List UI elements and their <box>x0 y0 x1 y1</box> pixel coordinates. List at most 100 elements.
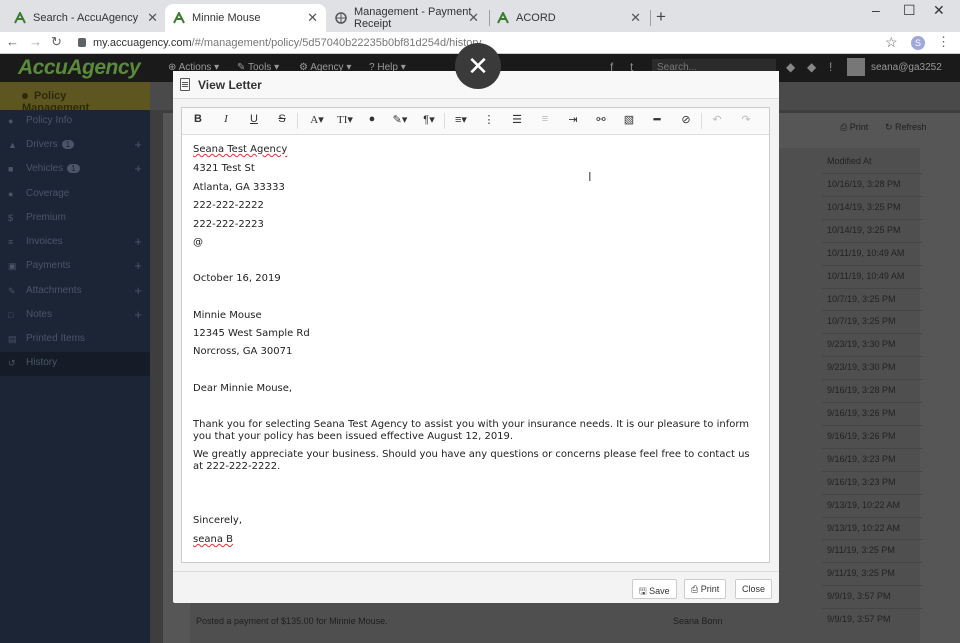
paragraph-icon[interactable]: ¶▾ <box>418 113 440 129</box>
text-color-icon[interactable]: ● <box>363 113 381 129</box>
close-modal-icon[interactable]: ✕ <box>455 43 501 89</box>
agency-email: @ <box>193 237 203 248</box>
indent-icon[interactable]: ⇥ <box>564 113 582 129</box>
close-tab-icon[interactable]: ✕ <box>468 10 479 26</box>
globe-icon <box>335 12 347 24</box>
sidebar-header[interactable]: Policy Management <box>0 82 150 114</box>
close-tab-icon[interactable]: ✕ <box>630 10 641 26</box>
agency-phone-2: 222-222-2223 <box>193 219 264 230</box>
tab-title: ACORD <box>516 12 556 24</box>
sidebar-item-printed-items[interactable]: ▤ Printed Items <box>0 328 150 352</box>
bold-icon[interactable]: B <box>189 113 207 129</box>
maximize-icon[interactable]: ☐ <box>903 2 916 19</box>
sidebar-item-premium[interactable]: $ Premium <box>0 207 150 231</box>
sidebar-item-vehicles[interactable]: ■ Vehicles 1 + <box>0 158 150 182</box>
add-note-icon[interactable]: + <box>134 307 142 322</box>
sidebar-item-invoices[interactable]: ≡ Invoices + <box>0 231 150 255</box>
count-badge: 1 <box>67 164 80 173</box>
minimize-icon[interactable]: – <box>872 2 880 18</box>
modified-date-cell: 10/7/19, 3:25 PM <box>822 287 922 310</box>
undo-icon[interactable]: ↶ <box>708 113 726 129</box>
unordered-list-icon[interactable]: ☰ <box>508 113 526 129</box>
redo-icon[interactable]: ↷ <box>737 113 755 129</box>
accuagency-favicon-icon <box>173 10 185 24</box>
forward-arrow-icon[interactable]: → <box>29 34 42 49</box>
highlight-icon[interactable]: ✎▾ <box>389 113 411 129</box>
back-arrow-icon[interactable]: ← <box>6 34 19 49</box>
horizontal-rule-icon[interactable]: ━ <box>648 113 666 129</box>
reload-icon[interactable]: ↻ <box>51 34 62 50</box>
add-attachment-icon[interactable]: + <box>134 283 142 298</box>
tab-divider <box>650 10 651 26</box>
outdent-icon[interactable]: ≡ <box>536 113 554 129</box>
browser-tab-acord[interactable]: ACORD ✕ <box>489 4 649 32</box>
print-history-button[interactable]: ⎙ Print <box>840 122 868 133</box>
modified-date-cell: 9/13/19, 10:22 AM <box>822 516 922 539</box>
font-family-icon[interactable]: A▾ <box>306 113 328 129</box>
italic-icon[interactable]: I <box>217 113 235 129</box>
add-payment-icon[interactable]: + <box>134 258 142 273</box>
count-badge: 1 <box>61 140 75 149</box>
chat-icon[interactable]: ◆ <box>807 60 816 74</box>
print-button[interactable]: ⎙ Print <box>684 579 727 599</box>
user-avatar[interactable] <box>847 58 865 76</box>
close-tab-icon[interactable]: ✕ <box>307 10 318 26</box>
add-vehicle-icon[interactable]: + <box>134 161 142 176</box>
url-host: my.accuagency.com <box>93 37 192 49</box>
letter-editor[interactable]: B I U S A▾ TI▾ ● ✎▾ ¶▾ ≡▾ ⋮ ☰ ≡ ⇥ ⚯ ▧ ━ … <box>181 107 770 563</box>
sidebar-item-coverage[interactable]: ● Coverage <box>0 183 150 207</box>
toolbar-divider <box>444 113 445 129</box>
modified-date-cell: 9/9/19, 3:57 PM <box>822 608 922 630</box>
sidebar-item-attachments[interactable]: ✎ Attachments + <box>0 280 150 304</box>
sidebar-item-history[interactable]: ↺ History <box>0 352 150 376</box>
close-window-icon[interactable]: ✕ <box>933 2 945 19</box>
profile-avatar[interactable]: S <box>911 36 925 50</box>
letter-date: October 16, 2019 <box>193 273 281 284</box>
history-icon: ↺ <box>8 358 16 368</box>
info-icon: ● <box>8 116 14 126</box>
agency-name-text: Seana Test Agency <box>193 144 288 155</box>
image-icon[interactable]: ▧ <box>620 113 638 129</box>
ordered-list-icon[interactable]: ⋮ <box>480 113 498 129</box>
add-driver-icon[interactable]: + <box>134 137 142 152</box>
close-tab-icon[interactable]: ✕ <box>147 10 158 26</box>
close-button[interactable]: Close <box>735 579 773 599</box>
print-label: Print <box>849 122 869 132</box>
modified-at-header: Modified At <box>827 156 872 166</box>
underline-icon[interactable]: U <box>245 113 263 129</box>
signature-text: seana B <box>193 534 233 545</box>
link-icon[interactable]: ⚯ <box>592 113 610 129</box>
sidebar-item-drivers[interactable]: ▲ Drivers 1 + <box>0 134 150 158</box>
modified-date-cell: 9/16/19, 3:26 PM <box>822 424 922 447</box>
add-invoice-icon[interactable]: + <box>134 234 142 249</box>
print-label: Print <box>700 584 720 594</box>
font-size-icon[interactable]: TI▾ <box>334 113 356 129</box>
browser-tab-minnie[interactable]: Minnie Mouse ✕ <box>165 4 326 32</box>
user-email[interactable]: seana@ga3252 <box>871 62 942 73</box>
alert-icon[interactable]: ! <box>829 60 832 74</box>
new-tab-button[interactable]: + <box>656 7 666 27</box>
history-row-user: Seana Bonn <box>673 616 723 626</box>
sidebar-item-label: Vehicles <box>26 163 64 174</box>
align-icon[interactable]: ≡▾ <box>450 113 472 129</box>
lock-icon <box>78 38 86 47</box>
url-field[interactable]: my.accuagency.com/#/management/policy/5d… <box>93 37 482 49</box>
save-button[interactable]: 🖫 Save <box>632 579 677 599</box>
strikethrough-icon[interactable]: S <box>273 113 291 129</box>
bell-icon[interactable]: ◆ <box>786 60 795 74</box>
browser-menu-icon[interactable]: ⋮ <box>937 34 950 50</box>
sidebar-item-notes[interactable]: □ Notes + <box>0 304 150 328</box>
sidebar-item-label: Payments <box>26 260 71 271</box>
paragraph-2: We greatly appreciate your business. Sho… <box>193 449 750 472</box>
unlink-icon[interactable]: ⊘ <box>677 113 695 129</box>
sidebar-item-payments[interactable]: ▣ Payments + <box>0 255 150 279</box>
car-icon: ■ <box>8 164 14 174</box>
sidebar-item-policy-info[interactable]: ● Policy Info <box>0 110 150 134</box>
agency-phone-1: 222-222-2222 <box>193 200 264 211</box>
users-icon: ▲ <box>8 140 17 150</box>
browser-tab-payment[interactable]: Management - Payment Receipt ✕ <box>327 4 487 32</box>
refresh-button[interactable]: ↻ Refresh <box>885 122 927 133</box>
browser-tab-search[interactable]: Search - AccuAgency ✕ <box>6 4 166 32</box>
modified-date-cell: 10/11/19, 10:49 AM <box>822 264 922 287</box>
bookmark-star-icon[interactable]: ☆ <box>885 34 898 51</box>
